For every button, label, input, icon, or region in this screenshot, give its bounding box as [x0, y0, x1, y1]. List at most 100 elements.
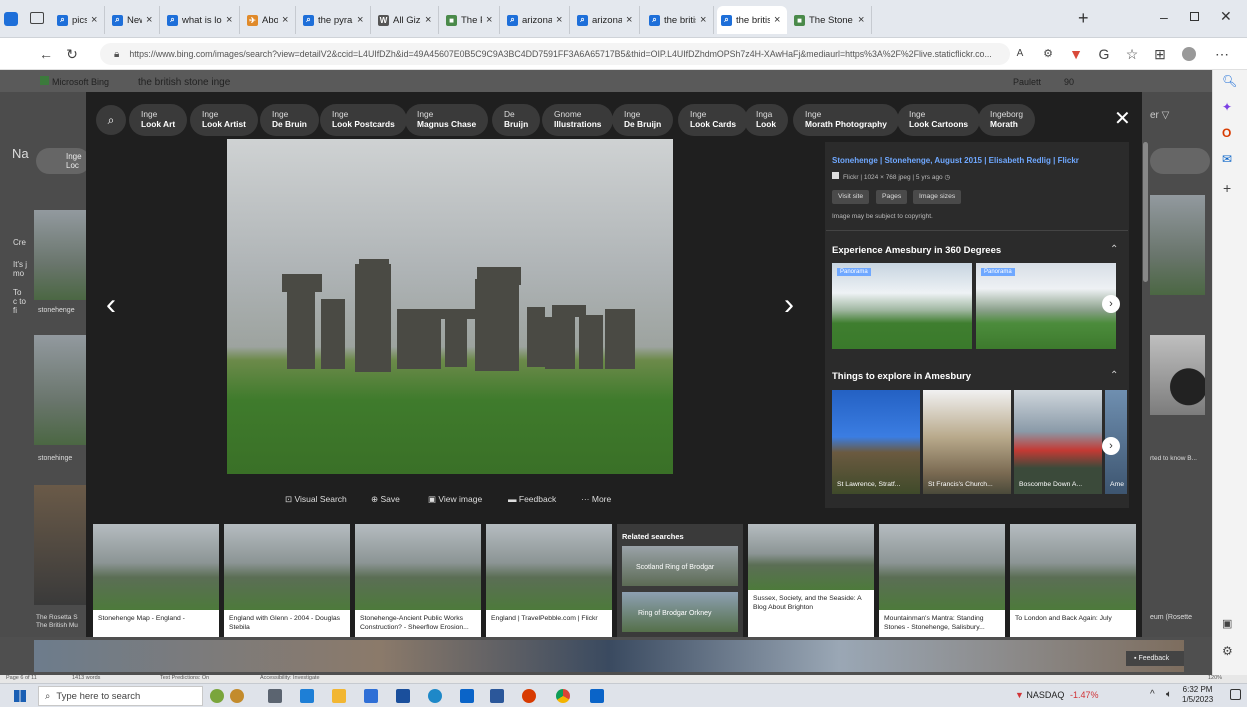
close-tab-icon[interactable]: ×	[700, 14, 709, 26]
browser-tab[interactable]: W All Gizah Pyr ×	[374, 6, 439, 34]
browser-tab[interactable]: ⌕ arizona dese ×	[573, 6, 640, 34]
browser-tab[interactable]: ⌕ arizona dese ×	[503, 6, 570, 34]
panorama-next-button[interactable]: ›	[1102, 295, 1120, 313]
related-chip[interactable]: Inge Look Cards	[678, 104, 749, 136]
more-menu-icon[interactable]: ⋯	[1214, 46, 1230, 62]
save-action[interactable]: ⊕ Save	[371, 494, 400, 505]
extension-icon[interactable]: ⚙	[1040, 46, 1056, 62]
close-tab-icon[interactable]: ×	[425, 14, 434, 26]
view-image-action[interactable]: ▣ View image	[428, 494, 482, 505]
bg-image-1[interactable]	[34, 210, 86, 300]
sidebar-settings-icon[interactable]: ⚙	[1222, 644, 1233, 658]
bg-right-chip[interactable]	[1150, 148, 1210, 174]
related-chip[interactable]: Inge Magnus Chase	[405, 104, 489, 136]
related-image-thumbnail[interactable]: To London and Back Again: July	[1010, 524, 1136, 637]
bg-image-3[interactable]	[34, 485, 86, 605]
start-button-icon[interactable]	[14, 690, 26, 702]
sidebar-layout-icon[interactable]: ▣	[1222, 617, 1232, 630]
sidebar-search-icon[interactable]: 🔍︎	[1222, 74, 1237, 88]
app-menu-icon[interactable]	[4, 12, 18, 26]
clock[interactable]: 6:32 PM 1/5/2023	[1182, 685, 1213, 705]
browser-tab[interactable]: ⌕ pics of new ×	[53, 6, 105, 34]
related-image-thumbnail[interactable]: England with Glenn - 2004 - Douglas Steb…	[224, 524, 350, 637]
browser-tab[interactable]: ⌕ New Orleans ×	[108, 6, 160, 34]
pocket-icon[interactable]: ▼	[1068, 46, 1084, 62]
related-chip[interactable]: Inge Look Artist	[190, 104, 258, 136]
related-search-item-1[interactable]: Scotland Ring of Brodgar	[622, 546, 738, 586]
related-image-thumbnail[interactable]: England | TravelPebble.com | Flickr	[486, 524, 612, 637]
bing-search-text[interactable]: the british stone inge	[138, 77, 230, 88]
photos-app-icon[interactable]	[300, 689, 314, 703]
modal-search-icon[interactable]: ⌕	[96, 105, 126, 135]
bg-right-image-3[interactable]	[1150, 340, 1205, 418]
next-image-arrow[interactable]: ›	[784, 288, 794, 322]
related-image-thumbnail[interactable]: Mountainman's Mantra: Standing Stones - …	[879, 524, 1005, 637]
store-app-icon[interactable]	[364, 689, 378, 703]
bg-image-2[interactable]	[34, 335, 86, 445]
more-action[interactable]: ··· More	[581, 494, 611, 504]
related-chip[interactable]: Inge De Bruijn	[612, 104, 674, 136]
edge-browser-icon[interactable]	[428, 689, 442, 703]
explore-card-3[interactable]: Boscombe Down A...	[1014, 390, 1102, 494]
bing-user-name[interactable]: Paulett	[1013, 77, 1041, 87]
close-tab-icon[interactable]: ×	[858, 14, 867, 26]
related-chip[interactable]: Inge Morath Photography	[793, 104, 899, 136]
visit-site-button[interactable]: Visit site	[832, 190, 870, 204]
close-tab-icon[interactable]: ×	[146, 14, 155, 26]
collapse-icon[interactable]: ⌃	[1110, 244, 1118, 255]
refresh-ext-icon[interactable]: G	[1096, 46, 1112, 62]
bg-right-filter-icon[interactable]: er ▽	[1150, 110, 1169, 121]
close-tab-icon[interactable]: ×	[556, 14, 565, 26]
app-icon[interactable]	[396, 689, 410, 703]
stock-widget[interactable]: ▼ NASDAQ -1.47%	[1015, 690, 1098, 700]
favorites-icon[interactable]: ☆	[1124, 46, 1140, 62]
related-chip[interactable]: Inga Look	[744, 104, 789, 136]
sidebar-outlook-icon[interactable]: ✉	[1222, 152, 1232, 166]
main-image[interactable]	[227, 139, 673, 474]
close-tab-icon[interactable]: ×	[774, 14, 783, 26]
explore-card-2[interactable]: St Francis's Church...	[923, 390, 1011, 494]
mail-app-icon[interactable]	[460, 689, 474, 703]
tab-actions-icon[interactable]	[30, 12, 44, 24]
taskbar-search-box[interactable]: ⌕ Type here to search	[38, 686, 203, 706]
close-tab-icon[interactable]: ×	[486, 14, 495, 26]
close-tab-icon[interactable]: ×	[357, 14, 366, 26]
browser-tab[interactable]: ■ The Stone Ag ×	[790, 6, 872, 34]
bg-related-chip[interactable]: Inge Loc	[36, 148, 90, 174]
image-sizes-button[interactable]: Image sizes	[913, 190, 962, 204]
word-app-icon[interactable]	[490, 689, 504, 703]
address-bar[interactable]: 🔒︎ https://www.bing.com/images/search?vi…	[100, 43, 1010, 65]
task-view-icon[interactable]	[268, 689, 282, 703]
related-chip[interactable]: De Bruijn	[492, 104, 541, 136]
panorama-image-2[interactable]: Panorama	[976, 263, 1116, 349]
profile-avatar[interactable]	[1182, 47, 1196, 61]
browser-tab[interactable]: ⌕ the british st ×	[645, 6, 714, 34]
bg-right-image-1[interactable]	[1150, 195, 1205, 295]
related-chip[interactable]: Inge Look Postcards	[320, 104, 407, 136]
related-chip[interactable]: Gnome Illustrations	[542, 104, 614, 136]
related-image-thumbnail[interactable]: Sussex, Society, and the Seaside: A Blog…	[748, 524, 874, 637]
sidebar-office-icon[interactable]: O	[1222, 126, 1231, 140]
browser-tab[interactable]: ✈ About Us | L ×	[243, 6, 296, 34]
new-tab-button[interactable]: +	[1078, 8, 1089, 29]
visual-search-action[interactable]: ⊡ Visual Search	[285, 494, 347, 505]
browser-tab[interactable]: ■ The Pyramid ×	[442, 6, 500, 34]
related-image-thumbnail[interactable]: Stonehenge Map - England -	[93, 524, 219, 637]
back-button[interactable]: ←	[38, 46, 54, 62]
tray-chevron-icon[interactable]: ^	[1150, 689, 1155, 700]
close-tab-icon[interactable]: ×	[226, 14, 235, 26]
bing-points[interactable]: 90	[1064, 77, 1074, 87]
pages-button[interactable]: Pages	[876, 190, 908, 204]
close-tab-icon[interactable]: ×	[626, 14, 635, 26]
related-chip[interactable]: Inge De Bruin	[260, 104, 319, 136]
explore-next-button[interactable]: ›	[1102, 437, 1120, 455]
close-tab-icon[interactable]: ×	[282, 14, 291, 26]
related-image-thumbnail[interactable]: Stonehenge-Ancient Public Works Construc…	[355, 524, 481, 637]
browser-tab[interactable]: ⌕ the british st ×	[717, 6, 787, 34]
explore-card-1[interactable]: St Lawrence, Stratf...	[832, 390, 920, 494]
browser-tab[interactable]: ⌕ the pyramid ×	[299, 6, 371, 34]
close-tab-icon[interactable]: ×	[91, 14, 100, 26]
office-app-icon[interactable]	[522, 689, 536, 703]
previous-image-arrow[interactable]: ‹	[106, 288, 116, 322]
related-search-item-2[interactable]: Ring of Brodgar Orkney	[622, 592, 738, 632]
